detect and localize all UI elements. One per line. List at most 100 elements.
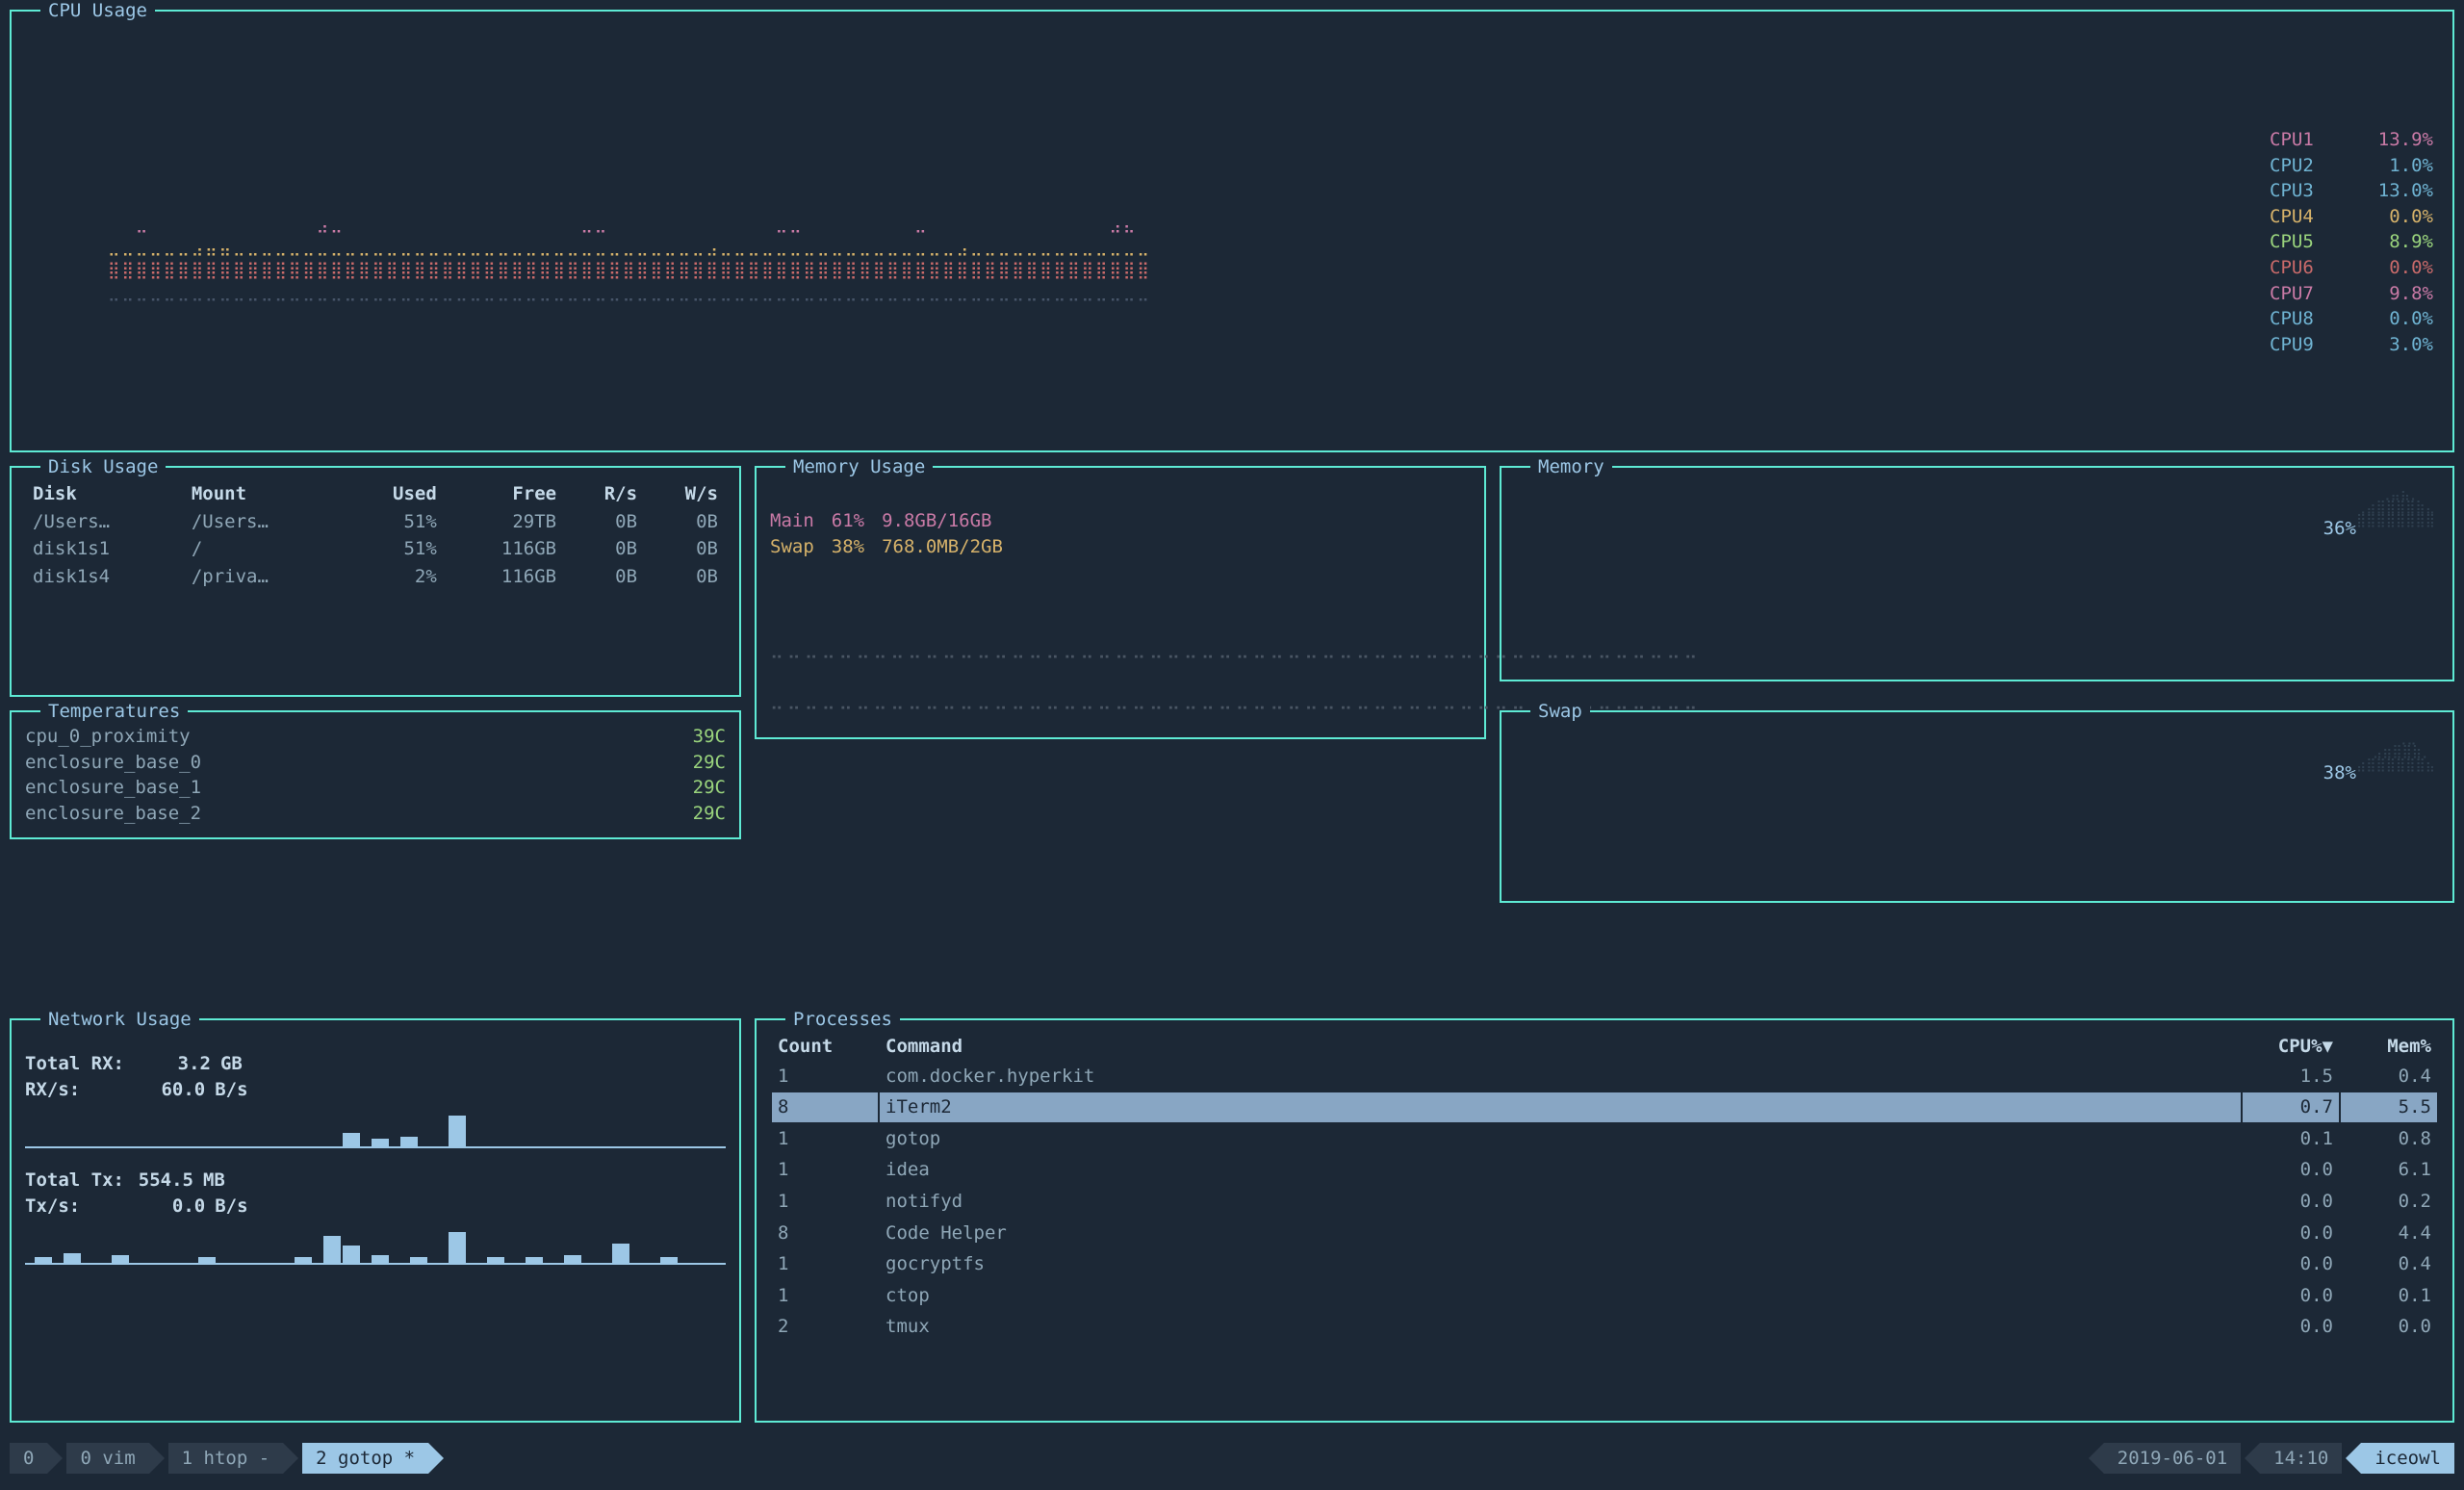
cpu-legend-row: CPU2 1.0%: [2270, 153, 2433, 179]
proc-hdr-command[interactable]: Command: [880, 1034, 2241, 1060]
process-row[interactable]: 1idea0.06.1: [772, 1155, 2437, 1185]
disk-row: disk1s1/51%116GB0B0B: [27, 536, 724, 562]
disk-usage-panel: Disk Usage Disk Mount Used Free R/s W/s …: [10, 466, 741, 697]
mem-main-pct: 61%: [832, 508, 864, 534]
memory-usage-panel: Memory Usage Main 61% 9.8GB/16GB Swap 38…: [755, 466, 1486, 739]
net-rx-rate: 60.0: [90, 1077, 205, 1103]
proc-command: com.docker.hyperkit: [880, 1062, 2241, 1092]
process-row[interactable]: 8Code Helper0.04.4: [772, 1219, 2437, 1248]
session-indicator[interactable]: 0: [10, 1443, 47, 1474]
proc-cpu: 0.0: [2243, 1219, 2339, 1248]
proc-command: tmux: [880, 1312, 2241, 1342]
net-tx-total-unit: MB: [203, 1168, 225, 1194]
cpu-name: CPU4: [2270, 204, 2337, 230]
cpu-name: CPU2: [2270, 153, 2337, 179]
temp-row: cpu_0_proximity39C: [25, 724, 726, 750]
proc-cpu: 1.5: [2243, 1062, 2339, 1092]
proc-mem: 0.4: [2341, 1249, 2437, 1279]
proc-command: iTerm2: [880, 1092, 2241, 1122]
cpu-legend-row: CPU40.0%: [2270, 204, 2433, 230]
cpu-value: 13.9%: [2356, 127, 2433, 153]
proc-hdr-count[interactable]: Count: [772, 1034, 878, 1060]
cpu-legend: CPU113.9%CPU21.0%CPU313.0%CPU40.0%CPU58.…: [2270, 127, 2433, 357]
proc-hdr-mem[interactable]: Mem%: [2341, 1034, 2437, 1060]
disk-mount: /: [186, 536, 343, 562]
mem-swap-label: Swap: [770, 534, 814, 560]
mem-swap-detail: 768.0MB/2GB: [882, 534, 1003, 560]
proc-mem: 0.1: [2341, 1281, 2437, 1311]
cpu-name: CPU1: [2270, 127, 2337, 153]
proc-table: Count Command CPU%▼ Mem% 1com.docker.hyp…: [770, 1032, 2439, 1344]
disk-ws: 0B: [645, 536, 724, 562]
cpu-legend-row: CPU313.0%: [2270, 178, 2433, 204]
swap-spark-value: 38%: [2323, 760, 2356, 786]
cpu-usage-panel: CPU Usage ⠀⠀⣀⠀⠀⠀⠀⠀⠀⠀⠀⠀⠀⠀⠀⣠⣀⠀⠀⠀⠀⠀⠀⠀⠀⠀⠀⠀⠀⠀…: [10, 10, 2454, 452]
proc-command: gocryptfs: [880, 1249, 2241, 1279]
disk-mount: /priva…: [186, 564, 343, 590]
proc-cpu: 0.0: [2243, 1249, 2339, 1279]
swap-spark-title: Swap: [1530, 699, 1590, 725]
proc-mem: 5.5: [2341, 1092, 2437, 1122]
temp-value: 29C: [693, 775, 726, 801]
proc-cpu: 0.7: [2243, 1092, 2339, 1122]
tmux-window-tab[interactable]: 0 vim: [66, 1443, 148, 1474]
disk-hdr-free: Free: [445, 481, 562, 507]
cpu-value: 0.0%: [2356, 255, 2433, 281]
disk-free: 116GB: [445, 564, 562, 590]
proc-count: 1: [772, 1124, 878, 1154]
status-time: 14:10: [2260, 1443, 2342, 1474]
cpu-name: CPU9: [2270, 332, 2337, 358]
proc-count: 1: [772, 1155, 878, 1185]
net-tx-total: 554.5: [134, 1168, 193, 1194]
temp-row: enclosure_base_1 29C: [25, 775, 726, 801]
cpu-value: 1.0%: [2356, 153, 2433, 179]
process-row[interactable]: 2tmux0.00.0: [772, 1312, 2437, 1342]
cpu-name: CPU6: [2270, 255, 2337, 281]
proc-count: 2: [772, 1312, 878, 1342]
mem-spark-value: 36%: [2323, 516, 2356, 542]
cpu-legend-row: CPU93.0%: [2270, 332, 2433, 358]
process-row[interactable]: 1gocryptfs0.00.4: [772, 1249, 2437, 1279]
disk-row: disk1s4/priva…2%116GB0B0B: [27, 564, 724, 590]
disk-free: 29TB: [445, 509, 562, 535]
proc-command: notifyd: [880, 1187, 2241, 1217]
process-row[interactable]: 1com.docker.hyperkit1.50.4: [772, 1062, 2437, 1092]
disk-rs: 0B: [564, 564, 643, 590]
cpu-legend-row: CPU6 0.0%: [2270, 255, 2433, 281]
tmux-window-tab[interactable]: 1 htop -: [168, 1443, 284, 1474]
disk-table: Disk Mount Used Free R/s W/s /Users…/Use…: [25, 479, 726, 591]
proc-command: idea: [880, 1155, 2241, 1185]
process-row[interactable]: 1gotop0.10.8: [772, 1124, 2437, 1154]
process-row[interactable]: 1ctop0.00.1: [772, 1281, 2437, 1311]
disk-hdr-disk: Disk: [27, 481, 184, 507]
proc-mem: 0.2: [2341, 1187, 2437, 1217]
cpu-legend-row: CPU1 13.9%: [2270, 127, 2433, 153]
proc-mem: 6.1: [2341, 1155, 2437, 1185]
proc-cpu: 0.0: [2243, 1155, 2339, 1185]
temp-value: 29C: [693, 801, 726, 827]
temp-name: enclosure_base_1: [25, 775, 201, 801]
proc-count: 1: [772, 1281, 878, 1311]
disk-rs: 0B: [564, 536, 643, 562]
net-tx-rate-label: Tx/s:: [25, 1194, 80, 1220]
tmux-window-tab[interactable]: 2 gotop *: [302, 1443, 428, 1474]
proc-title: Processes: [785, 1007, 900, 1033]
proc-hdr-cpu[interactable]: CPU%▼: [2243, 1034, 2339, 1060]
proc-cpu: 0.0: [2243, 1312, 2339, 1342]
net-rx-rate-label: RX/s:: [25, 1077, 80, 1103]
mem-spark-title: Memory: [1530, 454, 1612, 480]
temp-value: 39C: [693, 724, 726, 750]
tmux-status-bar: 0 0 vim 1 htop -2 gotop * 2019-06-01 14:…: [10, 1436, 2454, 1480]
proc-count: 1: [772, 1062, 878, 1092]
temp-name: enclosure_base_2: [25, 801, 201, 827]
cpu-name: CPU8: [2270, 306, 2337, 332]
temp-value: 29C: [693, 750, 726, 776]
swap-sparkline-panel: Swap 38% ⢀⣀ ⣠⣶⣿⣿⣷⡀ ⣴⣿⣿⣿⣿⣿⣿⣦: [1500, 710, 2454, 903]
disk-rs: 0B: [564, 509, 643, 535]
net-rx-total-unit: GB: [220, 1051, 243, 1077]
proc-mem: 0.8: [2341, 1124, 2437, 1154]
processes-panel[interactable]: Processes Count Command CPU%▼ Mem% 1com.…: [755, 1018, 2454, 1423]
process-row[interactable]: 1notifyd0.00.2: [772, 1187, 2437, 1217]
proc-mem: 0.4: [2341, 1062, 2437, 1092]
process-row[interactable]: 8iTerm20.75.5: [772, 1092, 2437, 1122]
